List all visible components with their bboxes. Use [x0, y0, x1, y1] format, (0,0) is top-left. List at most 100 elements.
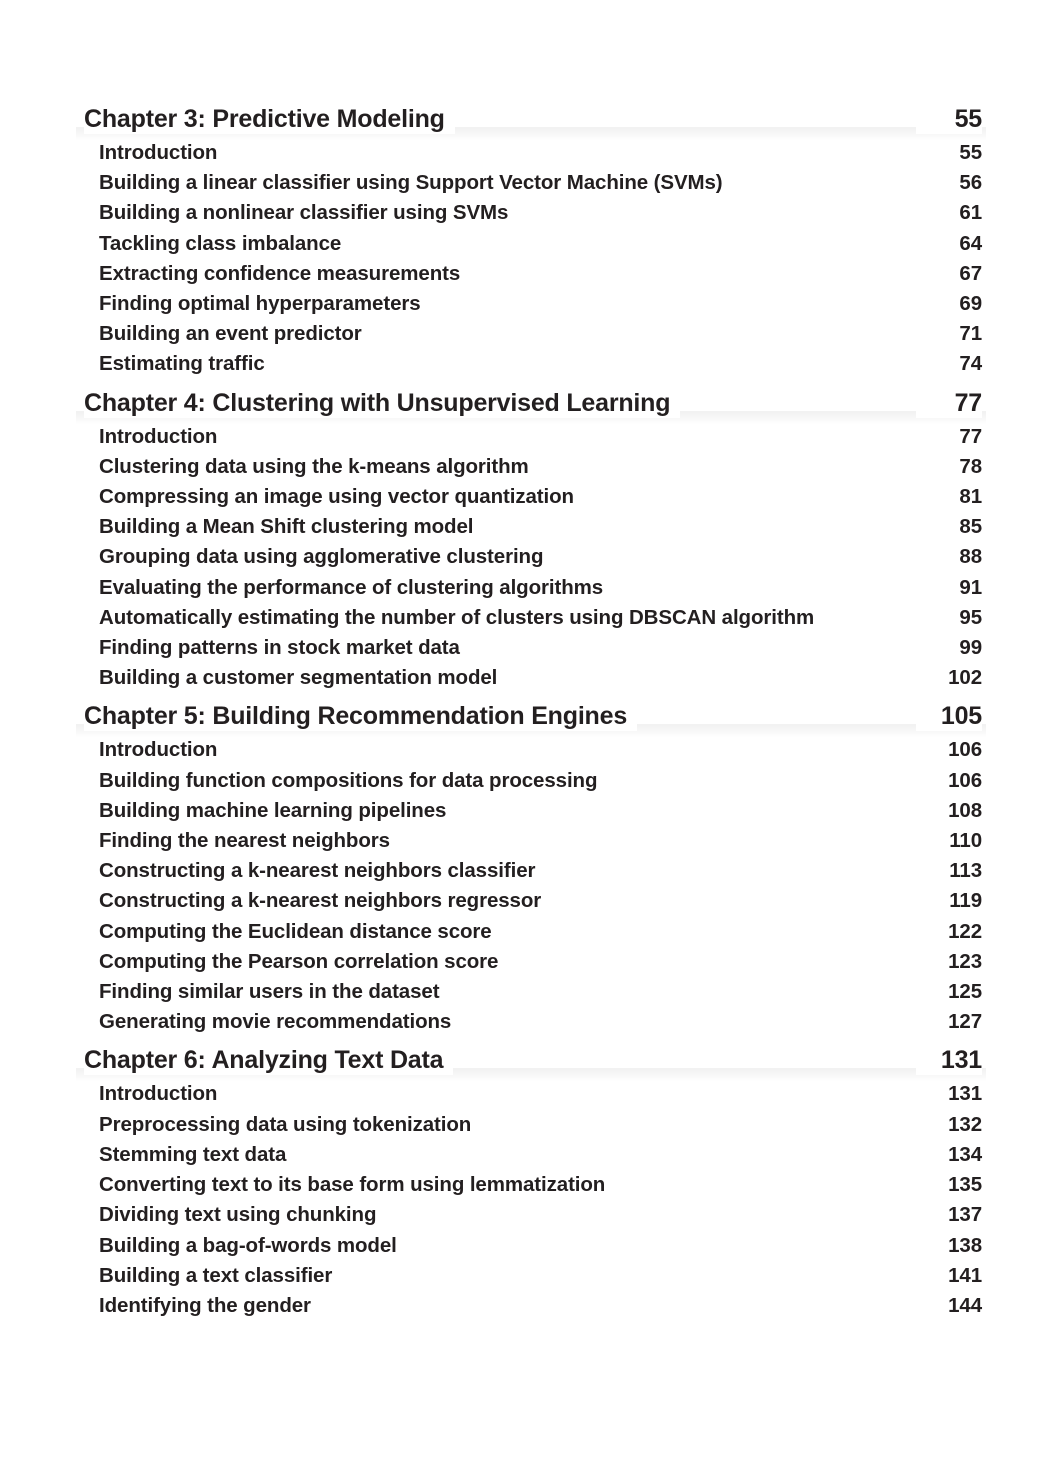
- toc-entry-title: Finding patterns in stock market data: [99, 636, 460, 660]
- toc-entry-row[interactable]: Finding similar users in the dataset 125: [84, 977, 982, 1007]
- chapter-heading-row[interactable]: Chapter 5: Building Recommendation Engin…: [76, 701, 986, 738]
- toc-entry-page-number: 141: [948, 1263, 982, 1287]
- toc-entry-row[interactable]: Introduction 77: [84, 422, 982, 452]
- toc-entry-row[interactable]: Introduction 106: [84, 735, 982, 765]
- toc-entry-page-number: 134: [948, 1142, 982, 1166]
- toc-entry-page-number: 64: [959, 231, 982, 255]
- chapter-entry-list: Introduction 131 Preprocessing data using …: [84, 1079, 982, 1321]
- toc-entry-row[interactable]: Building a Mean Shift clustering model 85: [84, 512, 982, 542]
- toc-entry-row[interactable]: Building a bag-of-words model 138: [84, 1231, 982, 1261]
- toc-entry-title: Tackling class imbalance: [99, 231, 342, 255]
- chapter-page-number: 131: [916, 1045, 982, 1076]
- toc-entry-row[interactable]: Building a nonlinear classifier using SV…: [84, 198, 982, 228]
- toc-entry-row[interactable]: Building function compositions for data …: [84, 766, 982, 796]
- toc-entry-row[interactable]: Finding the nearest neighbors 110: [84, 826, 982, 856]
- chapter-entry-list: Introduction 77 Clustering data using the …: [84, 422, 982, 694]
- toc-entry-row[interactable]: Evaluating the performance of clustering…: [84, 573, 982, 603]
- chapter-heading-row[interactable]: Chapter 3: Predictive Modeling 55: [76, 104, 986, 140]
- toc-entry-row[interactable]: Preprocessing data using tokenization 132: [84, 1110, 982, 1140]
- toc-entry-page-number: 67: [959, 261, 982, 285]
- toc-entry-row[interactable]: Computing the Euclidean distance score 12…: [84, 917, 982, 947]
- toc-entry-page-number: 85: [959, 515, 982, 539]
- toc-entry-title: Building a text classifier: [99, 1263, 333, 1287]
- toc-entry-row[interactable]: Stemming text data 134: [84, 1140, 982, 1170]
- toc-entry-page-number: 144: [948, 1293, 982, 1317]
- chapter-title: Chapter 4: Clustering with Unsupervised …: [84, 387, 681, 418]
- chapter-entry-list: Introduction 106 Building function composi…: [84, 735, 982, 1037]
- toc-entry-title: Extracting confidence measurements: [99, 261, 461, 285]
- chapter-title: Chapter 3: Predictive Modeling: [84, 104, 455, 134]
- toc-entry-row[interactable]: Estimating traffic 74: [84, 349, 982, 379]
- toc-entry-title: Identifying the gender: [99, 1293, 311, 1317]
- toc-entry-title: Computing the Euclidean distance score: [99, 919, 492, 943]
- toc-entry-row[interactable]: Building an event predictor 71: [84, 319, 982, 349]
- toc-entry-page-number: 74: [959, 352, 982, 376]
- toc-entry-page-number: 110: [949, 829, 982, 853]
- toc-entry-title: Building machine learning pipelines: [99, 798, 447, 822]
- toc-entry-title: Preprocessing data using tokenization: [99, 1112, 472, 1136]
- toc-entry-page-number: 81: [959, 485, 982, 509]
- toc-entry-title: Generating movie recommendations: [99, 1010, 452, 1034]
- toc-entry-row[interactable]: Dividing text using chunking 137: [84, 1200, 982, 1230]
- toc-entry-page-number: 127: [948, 1010, 982, 1034]
- toc-entry-row[interactable]: Compressing an image using vector quanti…: [84, 482, 982, 512]
- toc-entry-title: Clustering data using the k-means algori…: [99, 454, 529, 478]
- toc-entry-page-number: 123: [948, 949, 982, 973]
- toc-entry-title: Building a bag-of-words model: [99, 1233, 397, 1257]
- toc-entry-title: Finding similar users in the dataset: [99, 980, 440, 1004]
- toc-entry-title: Finding optimal hyperparameters: [99, 292, 421, 316]
- toc-entry-row[interactable]: Grouping data using agglomerative cluste…: [84, 542, 982, 572]
- toc-entry-row[interactable]: Converting text to its base form using l…: [84, 1170, 982, 1200]
- toc-entry-row[interactable]: Building a linear classifier using Suppo…: [84, 168, 982, 198]
- toc-entry-title: Building a customer segmentation model: [99, 666, 498, 690]
- toc-entry-row[interactable]: Identifying the gender 144: [84, 1291, 982, 1321]
- toc-entry-row[interactable]: Constructing a k-nearest neighbors regre…: [84, 886, 982, 916]
- toc-entry-title: Introduction: [99, 738, 218, 762]
- toc-entry-row[interactable]: Constructing a k-nearest neighbors class…: [84, 856, 982, 886]
- chapter-group: Chapter 3: Predictive Modeling 55 Introduc…: [76, 104, 986, 380]
- toc-entry-row[interactable]: Introduction 131: [84, 1079, 982, 1109]
- toc-entry-title: Finding the nearest neighbors: [99, 829, 390, 853]
- toc-entry-page-number: 102: [948, 666, 982, 690]
- toc-entry-page-number: 78: [959, 454, 982, 478]
- toc-entry-row[interactable]: Generating movie recommendations 127: [84, 1007, 982, 1037]
- toc-entry-page-number: 131: [948, 1082, 982, 1106]
- toc-entry-page-number: 77: [959, 424, 982, 448]
- toc-entry-page-number: 135: [948, 1173, 982, 1197]
- toc-entry-page-number: 71: [959, 322, 982, 346]
- toc-entry-title: Building an event predictor: [99, 322, 362, 346]
- toc-entry-row[interactable]: Finding optimal hyperparameters 69: [84, 289, 982, 319]
- toc-entry-row[interactable]: Introduction 55: [84, 138, 982, 168]
- toc-entry-row[interactable]: Finding patterns in stock market data 99: [84, 633, 982, 663]
- toc-entry-title: Building function compositions for data …: [99, 768, 598, 792]
- toc-entry-row[interactable]: Automatically estimating the number of c…: [84, 603, 982, 633]
- table-of-contents: Chapter 3: Predictive Modeling 55 Introduc…: [76, 104, 986, 1321]
- toc-entry-page-number: 106: [948, 738, 982, 762]
- toc-entry-row[interactable]: Computing the Pearson correlation score 1…: [84, 947, 982, 977]
- chapter-heading-row[interactable]: Chapter 6: Analyzing Text Data 131: [76, 1045, 986, 1082]
- toc-entry-page-number: 138: [948, 1233, 982, 1257]
- toc-entry-row[interactable]: Building a customer segmentation model 10…: [84, 663, 982, 693]
- toc-entry-row[interactable]: Clustering data using the k-means algori…: [84, 452, 982, 482]
- chapter-group: Chapter 4: Clustering with Unsupervised …: [76, 387, 986, 694]
- toc-entry-row[interactable]: Building a text classifier 141: [84, 1261, 982, 1291]
- toc-entry-page-number: 106: [948, 768, 982, 792]
- toc-entry-title: Dividing text using chunking: [99, 1203, 377, 1227]
- toc-entry-row[interactable]: Tackling class imbalance 64: [84, 229, 982, 259]
- toc-entry-title: Building a linear classifier using Suppo…: [99, 171, 723, 195]
- toc-entry-row[interactable]: Extracting confidence measurements 67: [84, 259, 982, 289]
- toc-entry-page-number: 69: [959, 292, 982, 316]
- toc-entry-title: Grouping data using agglomerative cluste…: [99, 545, 544, 569]
- toc-entry-title: Computing the Pearson correlation score: [99, 949, 499, 973]
- toc-entry-title: Automatically estimating the number of c…: [99, 605, 815, 629]
- chapter-heading-row[interactable]: Chapter 4: Clustering with Unsupervised …: [76, 387, 986, 424]
- chapter-group: Chapter 5: Building Recommendation Engin…: [76, 701, 986, 1037]
- toc-entry-page-number: 61: [959, 201, 982, 225]
- toc-entry-title: Introduction: [99, 1082, 218, 1106]
- toc-entry-title: Building a Mean Shift clustering model: [99, 515, 474, 539]
- toc-entry-page-number: 122: [948, 919, 982, 943]
- chapter-page-number: 77: [916, 387, 982, 418]
- toc-entry-row[interactable]: Building machine learning pipelines 108: [84, 796, 982, 826]
- toc-entry-title: Introduction: [99, 141, 218, 164]
- chapter-page-number: 55: [916, 104, 982, 134]
